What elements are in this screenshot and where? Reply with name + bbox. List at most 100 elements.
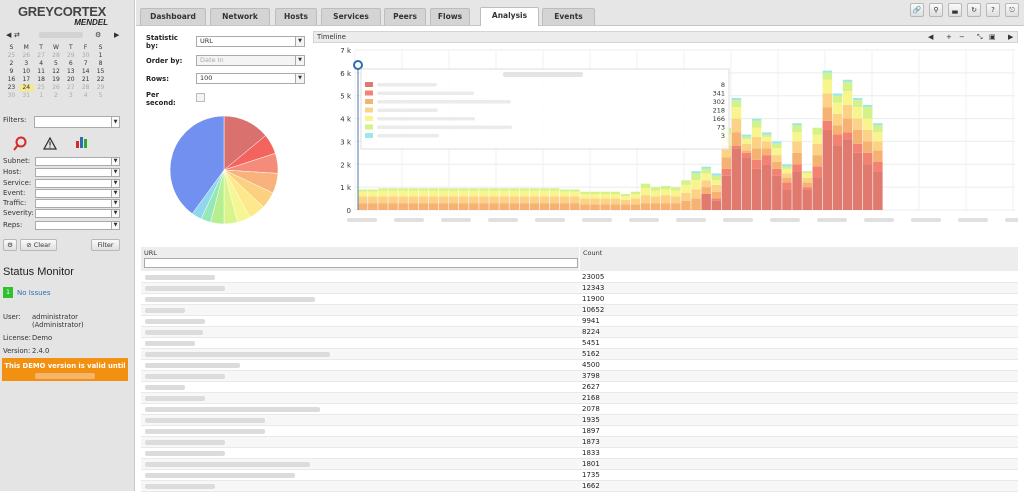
timeline-bar-segment[interactable]: [802, 171, 812, 174]
calendar-day[interactable]: 6: [63, 60, 78, 68]
timeline-bar-segment[interactable]: [852, 118, 863, 130]
timeline-bar-segment[interactable]: [782, 168, 792, 174]
timeline-bar-segment[interactable]: [711, 173, 722, 176]
timeline-bar-segment[interactable]: [721, 175, 732, 210]
timeline-bar-segment[interactable]: [499, 196, 509, 204]
timeline-bar-segment[interactable]: [539, 196, 550, 204]
timeline-bar-segment[interactable]: [711, 200, 722, 210]
table-row[interactable]: 3798: [141, 371, 1018, 382]
timeline-bar-segment[interactable]: [479, 190, 489, 197]
timeline-bar-segment[interactable]: [711, 191, 722, 199]
timeline-bar-segment[interactable]: [428, 190, 439, 197]
timeline-bar-segment[interactable]: [368, 196, 378, 204]
timeline-bar-segment[interactable]: [711, 175, 722, 181]
timeline-bar-segment[interactable]: [661, 189, 671, 196]
pin-button[interactable]: ⚲: [929, 3, 943, 17]
timeline-bar-segment[interactable]: [852, 143, 863, 153]
timeline-bar-segment[interactable]: [842, 118, 853, 133]
timeline-bar-segment[interactable]: [580, 194, 590, 199]
issues-link[interactable]: No Issues: [17, 289, 51, 297]
timeline-control-button[interactable]: ◀: [928, 32, 933, 42]
table-row[interactable]: 23005: [141, 272, 1018, 283]
timeline-bar-segment[interactable]: [802, 173, 812, 178]
timeline-bar-segment[interactable]: [519, 190, 530, 197]
timeline-bar-segment[interactable]: [711, 180, 722, 185]
timeline-bar-segment[interactable]: [479, 188, 489, 191]
timeline-bar-segment[interactable]: [671, 190, 681, 197]
timeline-bar-segment[interactable]: [499, 203, 509, 210]
tab-flows[interactable]: Flows: [430, 8, 470, 25]
timeline-bar-segment[interactable]: [570, 203, 580, 210]
timeline-bar-segment[interactable]: [812, 134, 823, 144]
timeline-bar-segment[interactable]: [630, 204, 641, 210]
calendar-day[interactable]: 27: [34, 52, 49, 60]
timeline-bar-segment[interactable]: [751, 136, 762, 149]
timeline-bar-segment[interactable]: [590, 204, 600, 210]
timeline-bar-segment[interactable]: [489, 188, 499, 191]
timeline-bar-segment[interactable]: [388, 196, 398, 204]
timeline-bar-segment[interactable]: [661, 203, 671, 210]
table-row[interactable]: 12343: [141, 283, 1018, 294]
timeline-bar-segment[interactable]: [661, 195, 671, 204]
timeline-bar-segment[interactable]: [378, 203, 388, 210]
calendar-day[interactable]: 23: [4, 84, 19, 92]
refresh-button[interactable]: ↻: [967, 3, 981, 17]
timeline-bar-segment[interactable]: [751, 118, 762, 121]
timeline-bar-segment[interactable]: [782, 178, 792, 183]
timeline-bar-segment[interactable]: [873, 125, 883, 133]
calendar-day[interactable]: 24: [18, 84, 34, 92]
tab-dashboard[interactable]: Dashboard: [140, 8, 206, 25]
timeline-bar-segment[interactable]: [610, 191, 621, 194]
timeline-bar-segment[interactable]: [661, 186, 671, 190]
calendar-day[interactable]: 21: [78, 76, 93, 84]
table-row[interactable]: 9941: [141, 316, 1018, 327]
timeline-bar-segment[interactable]: [852, 107, 863, 119]
settings-button[interactable]: ⚙: [3, 239, 17, 251]
timeline-bar-segment[interactable]: [671, 196, 681, 204]
timeline-bar-segment[interactable]: [428, 188, 439, 191]
filter-field-select[interactable]: ▼: [35, 199, 120, 208]
table-row[interactable]: 11900: [141, 294, 1018, 305]
calendar-day[interactable]: 5: [93, 92, 108, 100]
filter-field-select[interactable]: ▼: [35, 189, 120, 198]
table-row[interactable]: 2168: [141, 393, 1018, 404]
timeline-bar-segment[interactable]: [388, 203, 398, 210]
logout-button[interactable]: ⎋: [1005, 3, 1019, 17]
timeline-bar-segment[interactable]: [570, 189, 580, 192]
timeline-bar-segment[interactable]: [479, 203, 489, 210]
tab-network[interactable]: Network: [210, 8, 270, 25]
table-row[interactable]: 1801: [141, 459, 1018, 470]
timeline-bar-segment[interactable]: [792, 141, 802, 153]
timeline-bar-segment[interactable]: [580, 198, 590, 205]
timeline-bar-segment[interactable]: [802, 178, 812, 183]
time-cursor-handle[interactable]: [353, 60, 363, 70]
statistic-select[interactable]: URL ▼: [196, 36, 305, 47]
timeline-bar-segment[interactable]: [671, 187, 681, 191]
calendar-day[interactable]: 29: [63, 52, 78, 60]
timeline-bar-segment[interactable]: [489, 203, 499, 210]
timeline-bar-segment[interactable]: [529, 188, 540, 191]
timeline-bar-segment[interactable]: [519, 196, 530, 204]
timeline-bar-segment[interactable]: [418, 196, 429, 204]
timeline-bar-segment[interactable]: [378, 196, 388, 204]
clear-button[interactable]: ⊘ Clear: [20, 239, 57, 251]
timeline-bar-segment[interactable]: [812, 143, 823, 156]
calendar-day[interactable]: 29: [93, 84, 108, 92]
timeline-bar-segment[interactable]: [792, 152, 802, 165]
filter-field-select[interactable]: ▼: [35, 168, 120, 177]
timeline-bar-segment[interactable]: [721, 168, 732, 176]
timeline-bar-segment[interactable]: [499, 188, 509, 191]
timeline-bar-segment[interactable]: [691, 198, 701, 210]
next-month-icon[interactable]: ▶: [114, 31, 119, 39]
timeline-bar-segment[interactable]: [873, 171, 883, 210]
timeline-bar-segment[interactable]: [812, 127, 823, 135]
timeline-bar-segment[interactable]: [741, 152, 752, 158]
calendar-day[interactable]: 3: [19, 60, 34, 68]
timeline-bar-segment[interactable]: [822, 93, 833, 108]
timeline-bar-segment[interactable]: [691, 189, 701, 199]
calendar-day[interactable]: 19: [49, 76, 64, 84]
timeline-bar-segment[interactable]: [368, 191, 378, 197]
timeline-bar-segment[interactable]: [721, 157, 732, 169]
timeline-bar-segment[interactable]: [772, 162, 782, 169]
timeline-bar-segment[interactable]: [711, 184, 722, 192]
